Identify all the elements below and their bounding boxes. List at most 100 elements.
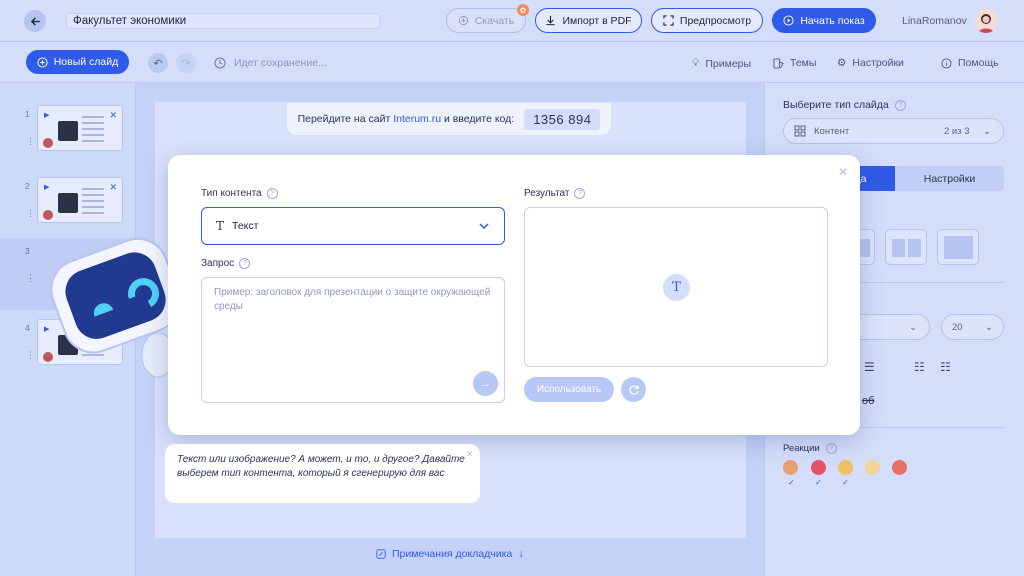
thumbnail-avatar [43,138,53,148]
palette-icon [773,57,784,69]
undo-icon: ↶ [153,57,163,70]
speaker-notes-toggle[interactable]: Примечания докладчика ↓ [376,548,524,560]
arrow-right-icon: → [480,377,491,390]
angry-reaction-icon[interactable] [892,460,907,475]
bullet-list-icon[interactable]: ☷ [914,360,925,374]
send-button[interactable]: → [473,371,498,396]
font-size-select[interactable]: 20 ⌄ [941,314,1004,340]
regenerate-button[interactable] [621,377,646,402]
username: LinaRomanov [902,15,967,27]
preview-button[interactable]: Предпросмотр [651,8,763,33]
themes-label: Темы [790,57,817,69]
import-pdf-label: Импорт в PDF [562,14,632,27]
numbered-list-icon[interactable]: ☷ [940,360,951,374]
new-slide-button[interactable]: Новый слайд [26,50,129,74]
join-site-link[interactable]: Interum.ru [393,113,441,125]
join-prefix: Перейдите на сайт [297,113,391,125]
slide-type-select[interactable]: Контент 2 из 3 ⌄ [783,118,1004,144]
arrow-left-icon [30,17,40,25]
strikethrough-sample[interactable]: об [862,395,874,407]
play-icon: ▶ [44,112,50,119]
back-button[interactable] [24,10,46,32]
slide-number: 1 [25,109,30,119]
settings-label: Настройки [852,57,904,69]
slide-type-value: Контент [814,125,850,137]
result-label: Результат [524,188,570,199]
content-type-value: Текст [232,220,259,232]
tooltip-close-icon[interactable]: ✕ [466,449,474,460]
redo-button[interactable]: ↷ [176,53,196,73]
top-bar: Факультет экономики Скачать ✿ Импорт в P… [0,0,1024,42]
request-label: Запрос [201,258,235,269]
align-justify-icon[interactable]: ☰ [864,360,875,374]
slide-thumbnail[interactable]: ▶ ✕ [37,105,123,151]
chevron-down-icon: ⌄ [909,321,917,333]
start-show-label: Начать показ [800,14,865,27]
slide-menu-icon[interactable]: ⋮ [26,137,35,146]
content-type-label: Тип контента [201,188,262,199]
question-icon[interactable]: ? [239,258,251,269]
layout-option-3[interactable] [937,229,979,265]
modal-close-icon[interactable]: ✕ [838,165,848,179]
slide-type-label: Выберите тип слайда [783,99,889,111]
question-icon[interactable]: ? [894,99,906,111]
preview-label: Предпросмотр [679,14,752,27]
content-type-select[interactable]: T Текст [201,207,505,245]
text-type-icon: T [663,274,690,301]
heart-reaction-icon[interactable] [811,460,826,475]
thumbnail-text-lines [82,116,104,144]
chevron-down-icon [479,223,489,230]
chevron-down-icon: ⌄ [985,321,993,333]
preview-frame-icon [663,15,674,26]
fire-reaction-icon[interactable] [783,460,798,475]
question-icon[interactable]: ? [574,188,586,199]
user-avatar[interactable] [974,9,998,33]
slide-type-heading: Выберите тип слайда ? [783,99,906,111]
slide-type-counter: 2 из 3 [944,125,970,137]
examples-label: Примеры [705,57,752,70]
download-icon [458,15,468,26]
sad-reaction-icon[interactable] [865,460,880,475]
import-pdf-button[interactable]: Импорт в PDF [535,8,642,33]
question-icon[interactable]: ? [825,443,837,454]
lightbulb-icon: 💡︎ [692,57,700,69]
saving-status: Идет сохранение... [214,57,327,69]
join-instructions: Перейдите на сайт Interum.ru и введите к… [287,103,611,135]
start-show-button[interactable]: Начать показ [772,8,876,33]
close-icon[interactable]: ✕ [109,110,117,121]
presentation-title-input[interactable]: Факультет экономики [66,13,380,29]
redo-icon: ↷ [181,57,191,70]
import-icon [546,15,556,26]
request-heading: Запрос ? [201,258,251,269]
content-type-heading: Тип контента ? [201,188,278,199]
font-size-value: 20 [952,321,963,333]
new-slide-label: Новый слайд [53,56,119,68]
assistant-tooltip: Текст или изображение? А может, и то, и … [165,444,480,503]
plus-circle-icon [37,56,48,68]
premium-badge-icon: ✿ [517,4,529,16]
result-heading: Результат ? [524,188,586,199]
use-button[interactable]: Использовать [524,377,614,402]
request-textarea[interactable]: Пример: заголовок для презентации о защи… [201,277,505,403]
join-code: 1356 894 [524,108,601,130]
tab-settings[interactable]: Настройки [895,166,1004,191]
download-label: Скачать [474,14,515,27]
reactions-heading: Реакции ? [783,443,837,454]
download-button[interactable]: Скачать ✿ [446,4,529,33]
text-type-icon: T [216,219,225,233]
close-icon[interactable]: ✕ [109,182,117,193]
examples-menu[interactable]: 💡︎ Примеры [692,57,751,70]
laugh-reaction-icon[interactable] [838,460,853,475]
check-icon: ✓ [788,478,795,487]
themes-menu[interactable]: Темы [773,57,816,69]
slide-item[interactable]: 1 ⋮ ▶ ✕ [0,101,136,163]
speaker-notes-label: Примечания докладчика [392,548,513,560]
thumbnail-image [58,121,78,141]
question-icon[interactable]: ? [266,188,278,199]
chevron-down-icon: ⌄ [983,125,991,137]
settings-menu[interactable]: ⚙ Настройки [837,57,904,69]
help-menu[interactable]: Помощь [941,57,999,69]
play-circle-icon [783,15,794,26]
undo-button[interactable]: ↶ [148,53,168,73]
layout-option-2[interactable] [885,229,927,265]
